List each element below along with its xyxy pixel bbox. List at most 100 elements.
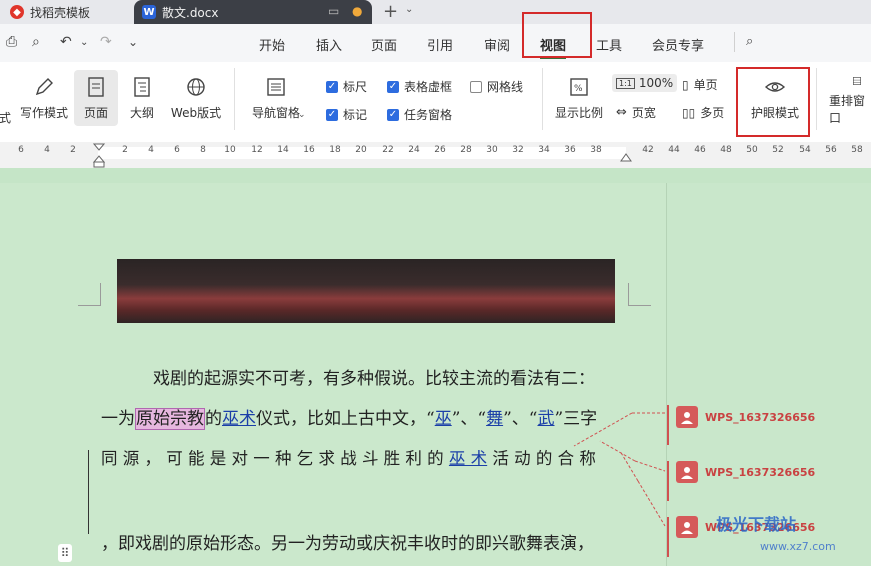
- document-area[interactable]: 戏剧的起源实不可考，有多种假说。比较主流的看法有二： 一为原始宗教的巫术仪式，比…: [0, 168, 871, 566]
- menu-view[interactable]: 视图: [540, 35, 566, 54]
- search-icon[interactable]: ⌕: [746, 34, 753, 49]
- hyperlink[interactable]: 巫术: [222, 409, 256, 429]
- hyperlink[interactable]: 武: [537, 409, 554, 429]
- print-preview-icon[interactable]: ⌕: [32, 34, 40, 50]
- menu-tools[interactable]: 工具: [596, 35, 622, 54]
- checkbox-ruler[interactable]: 标尺: [326, 78, 367, 95]
- outline-button[interactable]: 大纲: [124, 70, 160, 126]
- checkbox-gridlines[interactable]: 网格线: [470, 78, 523, 95]
- drag-handle-icon[interactable]: ⠿: [58, 544, 72, 562]
- checkbox-gridlines-box[interactable]: [470, 80, 482, 93]
- ruler-tick: 54: [799, 145, 811, 155]
- checkbox-markup[interactable]: 标记: [326, 106, 367, 123]
- ribbon-partial-button[interactable]: 式: [0, 70, 12, 126]
- chevron-down-icon[interactable]: ⌄: [298, 110, 306, 120]
- user-avatar-icon: [676, 461, 698, 483]
- checkbox-ruler-label: 标尺: [343, 80, 368, 94]
- ruler-tick: 10: [224, 145, 236, 155]
- zoom-value: 100%: [638, 76, 674, 90]
- right-indent-marker-icon[interactable]: [620, 152, 632, 162]
- hyperlink[interactable]: 舞: [486, 409, 503, 429]
- new-tab-button[interactable]: +: [383, 1, 398, 22]
- eye-protection-label: 护眼模式: [750, 106, 799, 120]
- ruler-tick: 6: [174, 145, 180, 155]
- checkbox-task-pane[interactable]: 任务窗格: [387, 106, 452, 123]
- comment-author: WPS_1637326656: [705, 465, 816, 479]
- tab-bar: ◆ 找稻壳模板 W 散文.docx ▭ ● + ⌄: [0, 0, 871, 24]
- ribbon-view: 式 写作模式 页面 大纲 Web版式 导航窗格 ⌄ 标尺 表格虚框 网格线 标记…: [0, 62, 871, 143]
- comment-card[interactable]: WPS_1637326656: [676, 461, 815, 483]
- undo-icon[interactable]: ↶: [60, 34, 72, 50]
- text-run: 同 源 ， 可 能 是 对 一 种 乞 求 战 斗 胜 利 的: [101, 449, 449, 468]
- chevron-down-icon[interactable]: ⌄: [405, 4, 413, 15]
- ruler-tick: 4: [148, 145, 154, 155]
- comment-author: WPS_1637326656: [705, 410, 816, 424]
- ruler-tick: 12: [251, 145, 263, 155]
- divider: [816, 68, 817, 130]
- header-image[interactable]: [117, 259, 615, 323]
- redo-icon[interactable]: ↷: [100, 34, 112, 50]
- globe-icon: [187, 78, 205, 96]
- ruler-tick: 58: [851, 145, 863, 155]
- margin-corner: [78, 283, 101, 306]
- menu-references[interactable]: 引用: [427, 35, 453, 54]
- zoom-100-button[interactable]: 1:1 100%: [612, 74, 678, 92]
- paragraph-line[interactable]: ，即戏剧的原始形态。另一为劳动或庆祝丰收时的即兴歌舞表演，: [101, 529, 594, 554]
- write-mode-button[interactable]: 写作模式: [16, 70, 72, 126]
- menu-insert[interactable]: 插入: [316, 35, 342, 54]
- rearrange-label: 重排窗口: [829, 94, 866, 125]
- indent-marker-icon[interactable]: [93, 142, 105, 168]
- undo-menu-icon[interactable]: ⌄: [80, 37, 88, 48]
- ruler-tick: 4: [44, 145, 50, 155]
- menu-home[interactable]: 开始: [259, 35, 285, 54]
- menu-review[interactable]: 审阅: [484, 35, 510, 54]
- checkbox-ruler-box[interactable]: [326, 80, 338, 93]
- zoom-button[interactable]: % 显示比例: [552, 70, 606, 126]
- single-page-label: 单页: [693, 78, 718, 92]
- ribbon-partial-label: 式: [0, 111, 12, 125]
- screen-icon[interactable]: ▭: [328, 4, 339, 18]
- paragraph-line[interactable]: 同 源 ， 可 能 是 对 一 种 乞 求 战 斗 胜 利 的 巫 术 活 动 …: [101, 445, 596, 469]
- web-view-label: Web版式: [170, 106, 222, 120]
- multi-page-label: 多页: [700, 106, 725, 120]
- checkbox-markup-box[interactable]: [326, 108, 338, 121]
- eye-protection-button[interactable]: 护眼模式: [742, 70, 808, 126]
- menu-member[interactable]: 会员专享: [652, 35, 704, 54]
- ruler-tick: 48: [720, 145, 732, 155]
- comment-card[interactable]: WPS_1637326656: [676, 406, 815, 428]
- checkbox-task-pane-box[interactable]: [387, 108, 399, 121]
- tab-template-store[interactable]: ◆ 找稻壳模板: [10, 0, 90, 24]
- document-page[interactable]: 戏剧的起源实不可考，有多种假说。比较主流的看法有二： 一为原始宗教的巫术仪式，比…: [0, 183, 666, 566]
- paragraph-line[interactable]: 一为原始宗教的巫术仪式，比如上古中文，“巫”、“舞”、“武”三字: [101, 404, 597, 430]
- checkbox-table-gridlines[interactable]: 表格虚框: [387, 78, 452, 95]
- tab-document-label: 散文.docx: [162, 5, 219, 20]
- nav-pane-label: 导航窗格: [251, 106, 300, 120]
- multi-page-button[interactable]: ▯▯ 多页: [682, 104, 724, 121]
- single-page-button[interactable]: ▯ 单页: [682, 76, 718, 93]
- ruler-tick: 36: [564, 145, 576, 155]
- write-mode-label: 写作模式: [19, 106, 68, 120]
- watermark-url: www.xz7.com: [760, 540, 836, 553]
- page-view-button[interactable]: 页面: [74, 70, 118, 126]
- user-avatar-icon: [676, 406, 698, 428]
- text-run: ”、“: [451, 409, 487, 429]
- paragraph-line[interactable]: 戏剧的起源实不可考，有多种假说。比较主流的看法有二：: [153, 364, 595, 389]
- comment-highlight[interactable]: 原始宗教: [135, 408, 205, 430]
- ruler-tick: 26: [434, 145, 446, 155]
- checkbox-table-gridlines-box[interactable]: [387, 80, 399, 93]
- hyperlink[interactable]: 巫 术: [449, 449, 487, 468]
- menu-page[interactable]: 页面: [371, 35, 397, 54]
- watermark-title: 极光下载站: [716, 515, 797, 534]
- print-icon[interactable]: ⎙: [6, 34, 17, 50]
- horizontal-ruler[interactable]: 6 4 2 2 4 6 8 10 12 14 16 18 20 22 24 26…: [0, 142, 871, 169]
- customize-icon[interactable]: ⌄: [128, 35, 138, 49]
- web-view-button[interactable]: Web版式: [166, 70, 226, 126]
- user-avatar-icon: [676, 516, 698, 538]
- comment-pane: [666, 183, 871, 566]
- ruler-tick: 20: [355, 145, 367, 155]
- hyperlink[interactable]: 巫: [435, 409, 452, 429]
- ruler-tick: 50: [746, 145, 758, 155]
- tab-document[interactable]: W 散文.docx ▭ ●: [134, 0, 372, 24]
- page-width-button[interactable]: ⇔ 页宽: [616, 104, 656, 121]
- rearrange-windows-button[interactable]: 重排窗口: [826, 70, 871, 126]
